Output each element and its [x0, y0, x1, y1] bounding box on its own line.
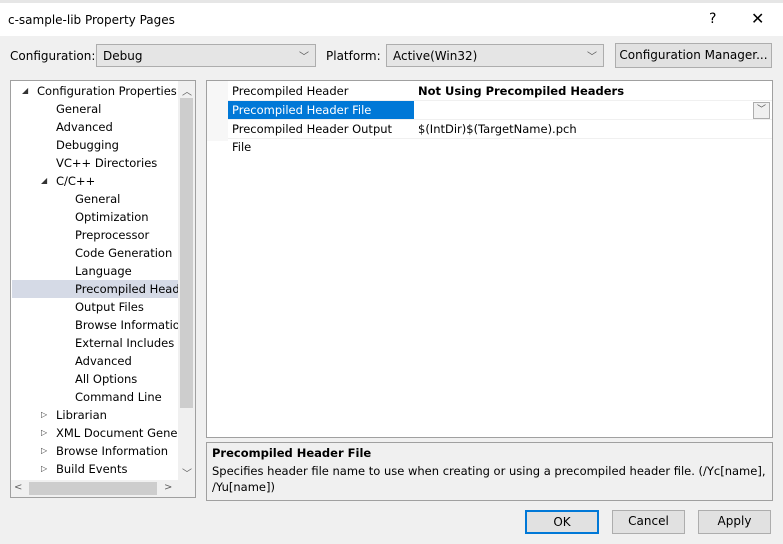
- title-bar: c-sample-lib Property Pages ? ✕: [0, 3, 783, 36]
- ok-button[interactable]: OK: [525, 510, 599, 534]
- tree-vertical-scroll-thumb[interactable]: [180, 98, 193, 408]
- cancel-button[interactable]: Cancel: [612, 510, 685, 534]
- collapsed-arrow-icon[interactable]: ▷: [41, 406, 47, 424]
- tree-item[interactable]: Code Generation: [12, 244, 178, 262]
- property-row[interactable]: Precompiled Header Not Using Precompiled …: [228, 82, 772, 101]
- chevron-down-icon: ﹀: [299, 52, 309, 63]
- tree-item-label: Language: [75, 264, 132, 278]
- property-grid: Precompiled Header Not Using Precompiled …: [206, 80, 773, 438]
- tree-item[interactable]: ▷ XML Document Generator: [12, 424, 178, 442]
- apply-button[interactable]: Apply: [698, 510, 771, 534]
- chevron-down-icon[interactable]: ﹀: [753, 102, 770, 119]
- tree-item[interactable]: Output Files: [12, 298, 178, 316]
- tree-item-label: General: [75, 192, 121, 206]
- tree-item[interactable]: General: [12, 190, 178, 208]
- help-icon[interactable]: ?: [709, 11, 716, 27]
- tree-item[interactable]: Debugging: [12, 136, 178, 154]
- chevron-down-icon: ﹀: [587, 52, 597, 63]
- property-value[interactable]: [418, 101, 772, 119]
- tree-item[interactable]: ▷ Build Events: [12, 460, 178, 478]
- tree-item-label: Debugging: [56, 138, 119, 152]
- tree-item-label: C/C++: [56, 174, 96, 188]
- expanded-arrow-icon[interactable]: ◢: [22, 82, 28, 100]
- tree-item[interactable]: General: [12, 100, 178, 118]
- property-name: Precompiled Header Output File: [232, 122, 393, 154]
- tree-item[interactable]: VC++ Directories: [12, 154, 178, 172]
- tree-item[interactable]: ▷ Librarian: [12, 406, 178, 424]
- scroll-down-icon[interactable]: ﹀: [182, 465, 192, 480]
- tree-item[interactable]: ▷ Browse Information: [12, 442, 178, 460]
- close-icon[interactable]: ✕: [751, 9, 764, 28]
- configuration-manager-button[interactable]: Configuration Manager...: [615, 43, 772, 68]
- collapsed-arrow-icon[interactable]: ▷: [41, 424, 47, 442]
- tree-item[interactable]: Language: [12, 262, 178, 280]
- window-title: c-sample-lib Property Pages: [8, 13, 175, 27]
- tree-horizontal-scroll-thumb[interactable]: [29, 482, 157, 495]
- tree-item-label: Advanced: [75, 354, 132, 368]
- tree-item[interactable]: External Includes: [12, 334, 178, 352]
- tree-item-label: Precompiled Headers: [75, 282, 178, 296]
- platform-dropdown[interactable]: Active(Win32) ﹀: [386, 44, 604, 67]
- tree-item[interactable]: Optimization: [12, 208, 178, 226]
- tree-item-label: Advanced: [56, 120, 113, 134]
- collapsed-arrow-icon[interactable]: ▷: [41, 460, 47, 478]
- scroll-left-icon[interactable]: <: [14, 482, 22, 493]
- description-title: Precompiled Header File: [212, 446, 372, 460]
- tree-item[interactable]: ◢ C/C++: [12, 172, 178, 190]
- tree-item[interactable]: Advanced: [12, 118, 178, 136]
- tree-item[interactable]: ◢ Configuration Properties: [12, 82, 178, 100]
- expanded-arrow-icon[interactable]: ◢: [41, 172, 47, 190]
- tree-item-label: Browse Information: [75, 318, 178, 332]
- tree-item-label: External Includes: [75, 336, 175, 350]
- tree-item-label: Librarian: [56, 408, 107, 422]
- tree-item-label: Configuration Properties: [37, 84, 177, 98]
- configuration-dropdown[interactable]: Debug ﹀: [96, 44, 316, 67]
- configuration-label: Configuration:: [10, 49, 96, 63]
- scroll-right-icon[interactable]: >: [164, 482, 172, 493]
- collapsed-arrow-icon[interactable]: ▷: [41, 442, 47, 460]
- tree-item-label: Browse Information: [56, 444, 169, 458]
- tree-item-label: Preprocessor: [75, 228, 150, 242]
- platform-label: Platform:: [326, 49, 381, 63]
- tree-item[interactable]: All Options: [12, 370, 178, 388]
- tree-item-label: VC++ Directories: [56, 156, 158, 170]
- description-text: Specifies header file name to use when c…: [212, 464, 766, 494]
- tree-item[interactable]: Command Line: [12, 388, 178, 406]
- property-row[interactable]: Precompiled Header Output File $(IntDir)$…: [228, 120, 772, 154]
- property-value[interactable]: Not Using Precompiled Headers: [418, 82, 772, 100]
- tree-item-label: XML Document Generator: [56, 426, 178, 440]
- tree-item[interactable]: Browse Information: [12, 316, 178, 334]
- tree-item[interactable]: Preprocessor: [12, 226, 178, 244]
- configuration-value: Debug: [103, 49, 143, 63]
- tree-item-label: Output Files: [75, 300, 144, 314]
- property-name: Precompiled Header: [232, 84, 349, 98]
- tree-item-label: Build Events: [56, 462, 128, 476]
- tree-item-label: Code Generation: [75, 246, 173, 260]
- description-panel: Precompiled Header File Specifies header…: [206, 442, 773, 501]
- property-name: Precompiled Header File: [228, 101, 414, 119]
- tree-item-label: General: [56, 102, 102, 116]
- property-value[interactable]: $(IntDir)$(TargetName).pch: [418, 120, 772, 138]
- tree-item-label: All Options: [75, 372, 138, 386]
- property-row[interactable]: Precompiled Header File ﹀: [228, 101, 772, 120]
- platform-value: Active(Win32): [393, 49, 478, 63]
- grid-gutter: [207, 81, 228, 141]
- tree-item[interactable]: Advanced: [12, 352, 178, 370]
- property-tree[interactable]: ◢ Configuration Properties General Advanced…: [10, 80, 196, 498]
- tree-item-label: Command Line: [75, 390, 162, 404]
- tree-item-label: Optimization: [75, 210, 149, 224]
- tree-item[interactable]: Precompiled Headers: [12, 280, 178, 298]
- scroll-up-icon[interactable]: ︿: [182, 83, 192, 98]
